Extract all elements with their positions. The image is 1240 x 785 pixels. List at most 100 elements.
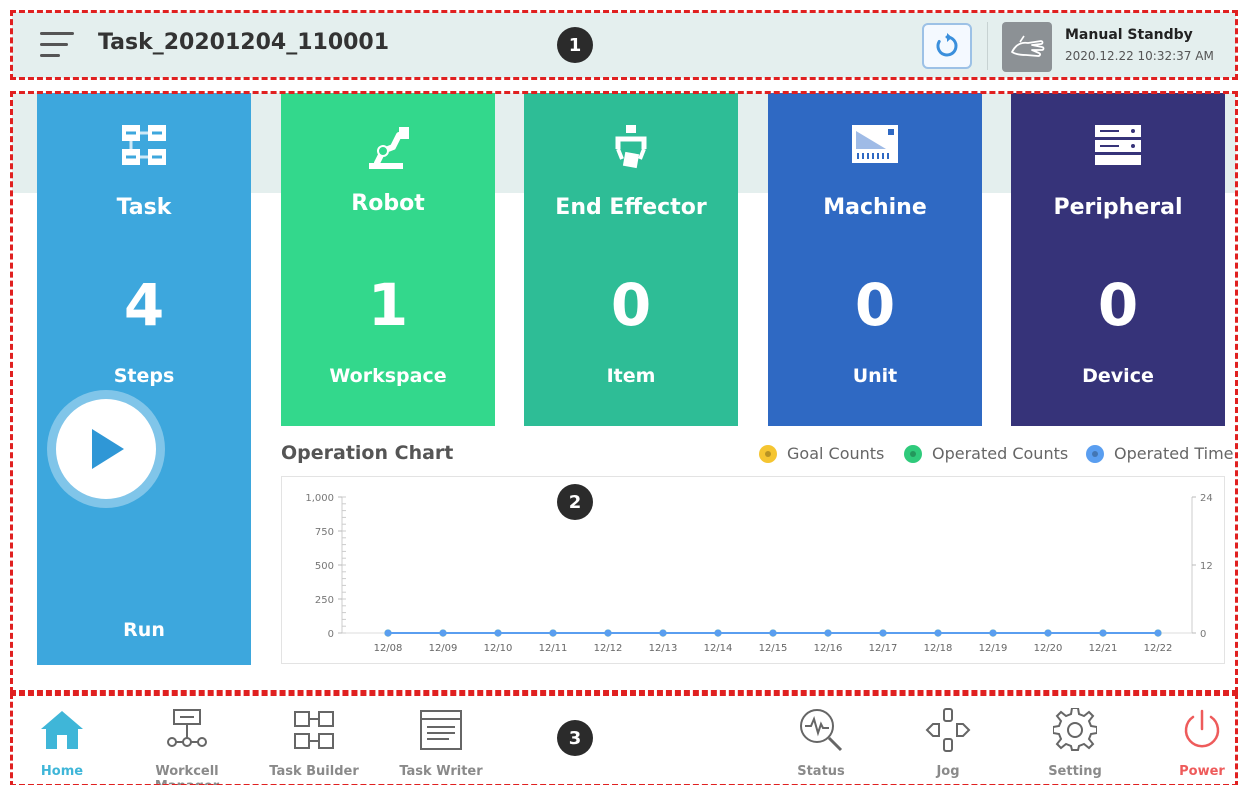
nav-label: Status bbox=[797, 764, 845, 779]
peripheral-tile[interactable]: Peripheral 0 Device bbox=[1011, 93, 1225, 426]
jog-icon bbox=[888, 706, 1008, 754]
legend-goal-counts[interactable]: Goal Counts bbox=[759, 444, 884, 463]
workcell-manager-icon bbox=[127, 706, 247, 754]
tile-label: End Effector bbox=[555, 195, 707, 220]
legend-dot-icon bbox=[904, 444, 922, 463]
data-point bbox=[1099, 629, 1107, 637]
task-flow-icon bbox=[37, 123, 251, 169]
tile-count: 0 bbox=[610, 271, 652, 339]
y-right-tick-label: 12 bbox=[1200, 561, 1213, 572]
nav-workcell-manager[interactable]: Workcell Manager bbox=[127, 706, 247, 785]
data-point bbox=[604, 629, 612, 637]
tile-unit: Workspace bbox=[329, 365, 447, 387]
annotation-marker: 1 bbox=[557, 27, 593, 63]
y-left-tick-label: 750 bbox=[315, 527, 334, 538]
data-point bbox=[879, 629, 887, 637]
task-builder-icon bbox=[254, 706, 374, 754]
data-point bbox=[1154, 629, 1162, 637]
refresh-icon bbox=[936, 33, 958, 57]
legend-label: Goal Counts bbox=[787, 444, 885, 463]
legend-operated-counts[interactable]: Operated Counts bbox=[904, 444, 1068, 463]
annotation-marker: 3 bbox=[557, 720, 593, 756]
tile-count: 0 bbox=[1097, 271, 1139, 339]
y-left-tick-label: 0 bbox=[328, 629, 334, 640]
nav-task-builder[interactable]: Task Builder bbox=[254, 706, 374, 784]
machine-icon bbox=[768, 123, 982, 169]
refresh-button[interactable] bbox=[922, 23, 972, 69]
x-tick-label: 12/15 bbox=[759, 643, 788, 654]
x-tick-label: 12/20 bbox=[1034, 643, 1063, 654]
legend-operated-time[interactable]: Operated Time bbox=[1086, 444, 1234, 463]
data-point bbox=[769, 629, 777, 637]
nav-setting[interactable]: Setting bbox=[1015, 706, 1135, 784]
data-point bbox=[549, 629, 557, 637]
menu-icon[interactable] bbox=[40, 30, 74, 60]
header-bar: Task_20201204_110001 Manual Standby 2020… bbox=[12, 12, 1236, 78]
machine-tile[interactable]: Machine 0 Unit bbox=[768, 93, 982, 426]
nav-label: Jog bbox=[936, 764, 960, 779]
robot-mode-status: Manual Standby 2020.12.22 10:32:37 AM bbox=[1065, 27, 1214, 63]
data-point bbox=[384, 629, 392, 637]
run-label: Run bbox=[123, 619, 165, 641]
task-writer-icon bbox=[381, 706, 501, 754]
robot-arm-icon bbox=[281, 123, 495, 169]
nav-status[interactable]: Status bbox=[761, 706, 881, 784]
chart-plot: 1,000 750 500 250 0 24 12 0 12/08 12/09 12/10 12/11… bbox=[305, 493, 1213, 654]
data-point bbox=[989, 629, 997, 637]
nav-label: Workcell Manager bbox=[155, 764, 219, 785]
nav-label: Setting bbox=[1048, 764, 1102, 779]
nav-task-writer[interactable]: Task Writer bbox=[381, 706, 501, 784]
end-effector-tile[interactable]: End Effector 0 Item bbox=[524, 93, 738, 426]
data-point bbox=[934, 629, 942, 637]
task-tile[interactable]: Task 4 Steps Run bbox=[37, 93, 251, 665]
tile-count: 0 bbox=[854, 271, 896, 339]
chart-title: Operation Chart bbox=[281, 442, 454, 464]
nav-label: Task Builder bbox=[269, 764, 359, 779]
tile-label: Machine bbox=[823, 195, 927, 220]
y-left-tick-label: 500 bbox=[315, 561, 334, 572]
x-tick-label: 12/22 bbox=[1144, 643, 1173, 654]
y-left-tick-label: 250 bbox=[315, 595, 334, 606]
data-point bbox=[1044, 629, 1052, 637]
x-tick-label: 12/16 bbox=[814, 643, 843, 654]
power-icon bbox=[1142, 706, 1240, 754]
data-point bbox=[439, 629, 447, 637]
tile-count: 1 bbox=[367, 271, 409, 339]
x-tick-label: 12/09 bbox=[429, 643, 458, 654]
data-point bbox=[494, 629, 502, 637]
data-point bbox=[714, 629, 722, 637]
run-button-face bbox=[56, 399, 156, 499]
x-tick-label: 12/21 bbox=[1089, 643, 1118, 654]
legend-label: Operated Counts bbox=[932, 444, 1069, 463]
tile-unit: Unit bbox=[852, 365, 898, 387]
nav-home[interactable]: Home bbox=[2, 706, 122, 784]
run-button[interactable] bbox=[47, 390, 165, 508]
robot-tile[interactable]: Robot 1 Workspace bbox=[281, 93, 495, 426]
y-right-tick-label: 0 bbox=[1200, 629, 1206, 640]
y-right-tick-label: 24 bbox=[1200, 493, 1213, 504]
nav-jog[interactable]: Jog bbox=[888, 706, 1008, 784]
legend-label: Operated Time bbox=[1114, 444, 1234, 463]
gripper-icon bbox=[524, 123, 738, 169]
peripheral-server-icon bbox=[1011, 123, 1225, 169]
manual-hand-icon bbox=[1002, 22, 1052, 72]
x-tick-label: 12/17 bbox=[869, 643, 898, 654]
operation-chart: 1,000 750 500 250 0 24 12 0 12/08 12/09 12/10 12/11… bbox=[281, 476, 1225, 664]
annotation-marker: 2 bbox=[557, 484, 593, 520]
task-title: Task_20201204_110001 bbox=[98, 30, 390, 55]
y-left-tick-label: 1,000 bbox=[305, 493, 334, 504]
tile-label: Task bbox=[116, 195, 172, 220]
tile-unit: Item bbox=[606, 365, 656, 387]
tile-count: 4 bbox=[123, 271, 165, 339]
play-icon bbox=[92, 429, 124, 469]
data-point bbox=[824, 629, 832, 637]
x-tick-label: 12/14 bbox=[704, 643, 733, 654]
status-magnifier-icon bbox=[761, 706, 881, 754]
x-tick-label: 12/11 bbox=[539, 643, 568, 654]
legend-dot-icon bbox=[1086, 444, 1104, 463]
tile-unit: Steps bbox=[113, 365, 175, 387]
nav-power[interactable]: Power bbox=[1142, 706, 1240, 784]
header-divider bbox=[987, 22, 988, 70]
mode-label: Manual Standby bbox=[1065, 27, 1193, 43]
x-tick-label: 12/12 bbox=[594, 643, 623, 654]
